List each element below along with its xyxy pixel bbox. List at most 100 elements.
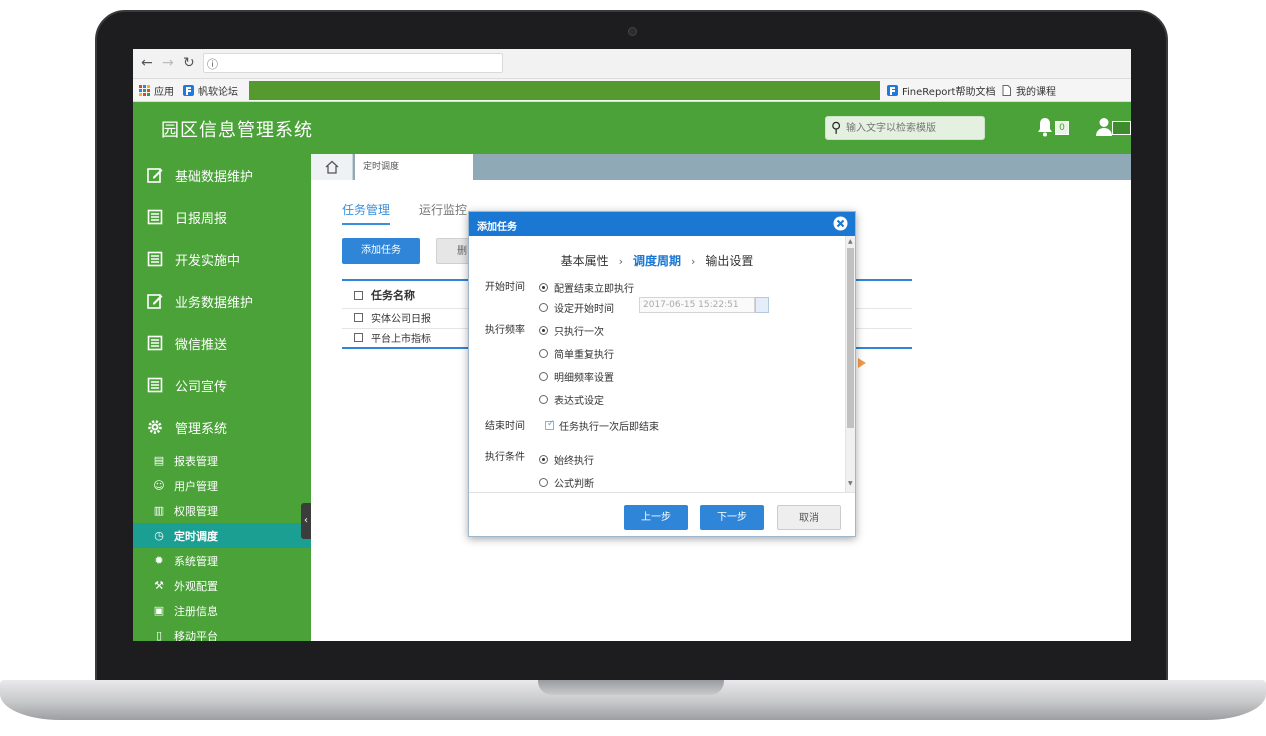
bookmarks-bar: 应用 帆软论坛 FineReport帮助文档 我的课程 [133,79,1131,102]
sidebar-item-business-data[interactable]: 业务数据维护 [133,280,311,322]
tab-scheduled-task[interactable]: 定时调度 [355,154,473,180]
radio-button[interactable] [539,372,548,381]
radio-label: 只执行一次 [554,327,604,338]
step-basic-props[interactable]: 基本属性 [561,254,609,268]
sidebar-sub-registration[interactable]: ▣ 注册信息 [133,598,311,623]
chevron-right-icon: › [691,255,696,268]
sidebar-item-label: 日报周报 [175,211,228,227]
info-icon[interactable]: ⓘ [207,56,218,72]
list-icon [147,251,163,267]
row-checkbox[interactable] [354,333,363,342]
sidebar-item-in-development[interactable]: 开发实施中 [133,238,311,280]
start-datetime-field[interactable]: 2017-06-15 15:22:51 [639,297,755,313]
sidebar-sub-mobile[interactable]: ▯ 移动平台 [133,623,311,641]
dialog-footer: 上一步 下一步 取消 [469,492,855,536]
settings-icon: ✹ [154,553,164,567]
end-time-label: 结束时间 [485,421,525,432]
radio-always-run[interactable]: 始终执行 [539,452,594,467]
laptop-notch [538,680,724,695]
dialog-body: 基本属性 › 调度周期 › 输出设置 开始时间 配置结束立即执行 设定开始时间 2017… [469,236,845,492]
radio-label: 明细频率设置 [554,373,614,384]
next-step-button[interactable]: 下一步 [700,505,764,530]
select-all-checkbox[interactable] [354,290,363,300]
bell-icon[interactable] [1036,117,1054,137]
back-icon[interactable]: ← [141,55,153,71]
sidebar-item-label: 开发实施中 [175,253,241,269]
mobile-icon: ▯ [155,628,163,641]
gear-icon [147,419,163,435]
add-task-dialog: 添加任务 基本属性 › 调度周期 › 输出设置 开始时间 配置结束立即执行 设定开始时间… [468,211,856,537]
radio-run-once[interactable]: 只执行一次 [539,323,604,338]
tab-task-manage[interactable]: 任务管理 [342,201,391,225]
radio-expression[interactable]: 表达式设定 [539,392,604,407]
add-task-button[interactable]: 添加任务 [342,238,420,264]
radio-button[interactable] [539,395,548,404]
radio-button-selected[interactable] [539,326,548,335]
sidebar-item-wechat-push[interactable]: 微信推送 [133,322,311,364]
radio-simple-repeat[interactable]: 简单重复执行 [539,346,614,361]
forward-icon[interactable]: → [162,55,174,71]
list-icon [147,335,163,351]
sidebar-item-management[interactable]: 管理系统 [133,406,311,448]
radio-detailed-frequency[interactable]: 明细频率设置 [539,369,614,384]
template-search[interactable]: ⚲ [825,116,985,140]
dialog-scrollbar[interactable]: ▲ ▼ [845,236,855,492]
reload-icon[interactable]: ↻ [183,55,195,71]
sidebar-sub-permission-manage[interactable]: ▥ 权限管理 [133,498,311,523]
sidebar-sub-report-manage[interactable]: ▤ 报表管理 [133,448,311,473]
sidebar-sub-label: 用户管理 [174,479,218,493]
tab-run-monitor[interactable]: 运行监控 [419,201,467,218]
sidebar-item-daily-weekly[interactable]: 日报周报 [133,196,311,238]
scrollbar-thumb[interactable] [847,248,854,428]
sidebar-sub-label: 定时调度 [174,529,218,543]
sidebar-sub-scheduled-task[interactable]: ◷ 定时调度 [133,523,311,548]
sidebar-sub-system-manage[interactable]: ✹ 系统管理 [133,548,311,573]
radio-button-selected[interactable] [539,455,548,464]
row-checkbox[interactable] [354,313,363,322]
user-icon: ☺ [153,478,165,492]
radio-start-immediately[interactable]: 配置结束立即执行 [539,280,634,295]
sidebar-item-basic-data[interactable]: 基础数据维护 [133,154,311,196]
sidebar-collapse-handle[interactable]: ‹ [301,503,311,539]
radio-button[interactable] [539,349,548,358]
radio-label: 始终执行 [554,456,594,467]
calendar-icon[interactable] [755,297,769,313]
end-after-once-checkbox[interactable]: 任务执行一次后即结束 [545,418,659,433]
radio-label: 公式判断 [554,479,594,490]
bookmark-apps[interactable]: 应用 [139,83,174,98]
scroll-up-icon[interactable]: ▲ [848,238,853,245]
checkbox-checked[interactable] [545,419,555,430]
user-icon[interactable] [1095,117,1113,137]
bookmark-fanruan[interactable]: 帆软论坛 [183,83,238,98]
fanruan-logo-icon [183,85,194,96]
radio-set-start-time[interactable]: 设定开始时间 [539,300,614,315]
page-tabbar: 定时调度 [311,154,1131,180]
list-icon [147,377,163,393]
step-output-settings[interactable]: 输出设置 [705,254,753,268]
prev-step-button[interactable]: 上一步 [624,505,688,530]
bookmark-courses[interactable]: 我的课程 [1001,83,1056,98]
bookmark-label: 我的课程 [1016,87,1056,98]
radio-label: 简单重复执行 [554,350,614,361]
sidebar-item-company-promo[interactable]: 公司宣传 [133,364,311,406]
sidebar-item-label: 管理系统 [175,421,228,437]
sidebar-sub-label: 移动平台 [174,629,218,642]
scroll-down-icon[interactable]: ▼ [848,480,853,487]
search-icon[interactable]: ⚲ [831,120,841,136]
bookmark-label: 帆软论坛 [198,87,238,98]
address-input[interactable] [203,53,503,73]
sidebar-sub-appearance[interactable]: ⚒ 外观配置 [133,573,311,598]
search-input[interactable] [846,120,981,136]
radio-button[interactable] [539,478,548,487]
radio-button-selected[interactable] [539,283,548,292]
radio-formula[interactable]: 公式判断 [539,475,594,490]
home-tab[interactable] [311,154,353,180]
step-schedule-cycle[interactable]: 调度周期 [633,254,681,268]
sidebar-sub-user-manage[interactable]: ☺ 用户管理 [133,473,311,498]
cancel-button[interactable]: 取消 [777,505,841,530]
radio-button[interactable] [539,303,548,312]
close-icon[interactable] [833,216,848,231]
condition-label: 执行条件 [485,452,525,463]
user-menu-box[interactable] [1112,121,1131,135]
bookmark-finereport[interactable]: FineReport帮助文档 [887,83,995,98]
